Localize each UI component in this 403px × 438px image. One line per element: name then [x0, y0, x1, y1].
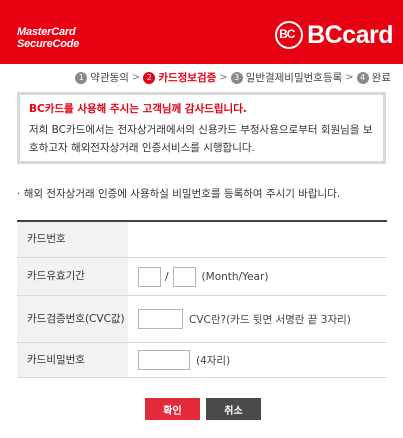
bccard-mark-icon: BC — [275, 21, 304, 49]
expiry-row: 카드유효기간 / (Month/Year) — [17, 258, 387, 296]
password-hint: (4자리) — [196, 354, 231, 367]
cvc-field: CVC란?(카드 뒷면 서명란 끝 3자리) — [128, 296, 387, 342]
cvc-hint: CVC란?(카드 뒷면 서명란 끝 3자리) — [189, 313, 351, 326]
step-3-number: 3 — [230, 71, 243, 84]
mastercard-logo-line2: SecureCode — [17, 38, 80, 50]
expiry-label: 카드유효기간 — [17, 258, 128, 295]
bccard-logo: BC BCcard — [275, 18, 393, 52]
password-label: 카드비밀번호 — [17, 343, 128, 377]
step-4-number: 4 — [356, 71, 369, 84]
step-1: 1 약관동의 — [75, 70, 129, 85]
card-number-field — [128, 222, 387, 257]
instruction-text: · 해외 전자상거래 인증에 사용하실 비밀번호를 등록하여 주시기 바랍니다. — [17, 188, 341, 200]
step-2: 2 카드정보검증 — [143, 70, 216, 85]
expiry-separator: / — [165, 270, 169, 283]
step-4-label: 완료 — [371, 72, 391, 84]
chevron-right-icon: > — [345, 72, 354, 83]
progress-steps: 1 약관동의 > 2 카드정보검증 > 3 일반결제비밀번호등록 > 4 완료 — [75, 70, 391, 85]
password-row: 카드비밀번호 (4자리) — [17, 343, 387, 378]
cvc-label: 카드검증번호(CVC값) — [17, 296, 128, 342]
step-3: 3 일반결제비밀번호등록 — [230, 70, 343, 85]
step-2-label: 카드정보검증 — [158, 72, 217, 84]
notice-body: 저희 BC카드에서는 전자상거래에서의 신용카드 부정사용으로부터 회원님을 보… — [29, 124, 373, 154]
password-field: (4자리) — [128, 343, 387, 377]
cvc-input[interactable] — [138, 309, 183, 329]
expiry-year-input[interactable] — [172, 266, 196, 287]
mastercard-logo-line1: MasterCard — [17, 26, 76, 38]
step-1-label: 약관동의 — [90, 72, 129, 84]
instruction-label: 해외 전자상거래 인증에 사용하실 비밀번호를 등록하여 주시기 바랍니다. — [23, 188, 341, 200]
cvc-row: 카드검증번호(CVC값) CVC란?(카드 뒷면 서명란 끝 3자리) — [17, 296, 387, 343]
bccard-wordmark: BCcard — [307, 20, 393, 49]
chevron-right-icon: > — [131, 72, 141, 83]
notice-box: BC카드를 사용해 주시는 고객님께 감사드립니다. 저희 BC카드에서는 전자… — [17, 92, 386, 164]
step-3-label: 일반결제비밀번호등록 — [245, 72, 343, 84]
expiry-month-input[interactable] — [138, 266, 161, 287]
card-info-form: 카드번호 카드유효기간 / (Month/Year) 카드검증번호(CVC값) … — [17, 220, 387, 378]
step-2-number: 2 — [143, 71, 156, 84]
cancel-button[interactable]: 취소 — [206, 398, 261, 420]
card-number-label: 카드번호 — [17, 222, 128, 257]
expiry-field: / (Month/Year) — [128, 258, 387, 295]
password-input[interactable] — [138, 350, 190, 370]
header-banner: MasterCard SecureCode BC BCcard — [0, 0, 403, 64]
step-1-number: 1 — [75, 71, 88, 84]
notice-title: BC카드를 사용해 주시는 고객님께 감사드립니다. — [29, 103, 247, 115]
chevron-right-icon: > — [219, 72, 228, 83]
mastercard-securecode-logo: MasterCard SecureCode — [17, 26, 79, 50]
confirm-button[interactable]: 확인 — [145, 398, 200, 420]
expiry-hint: (Month/Year) — [201, 270, 269, 283]
step-4: 4 완료 — [356, 70, 391, 85]
card-number-row: 카드번호 — [17, 222, 387, 258]
bccard-mark-text: BC — [279, 27, 295, 41]
